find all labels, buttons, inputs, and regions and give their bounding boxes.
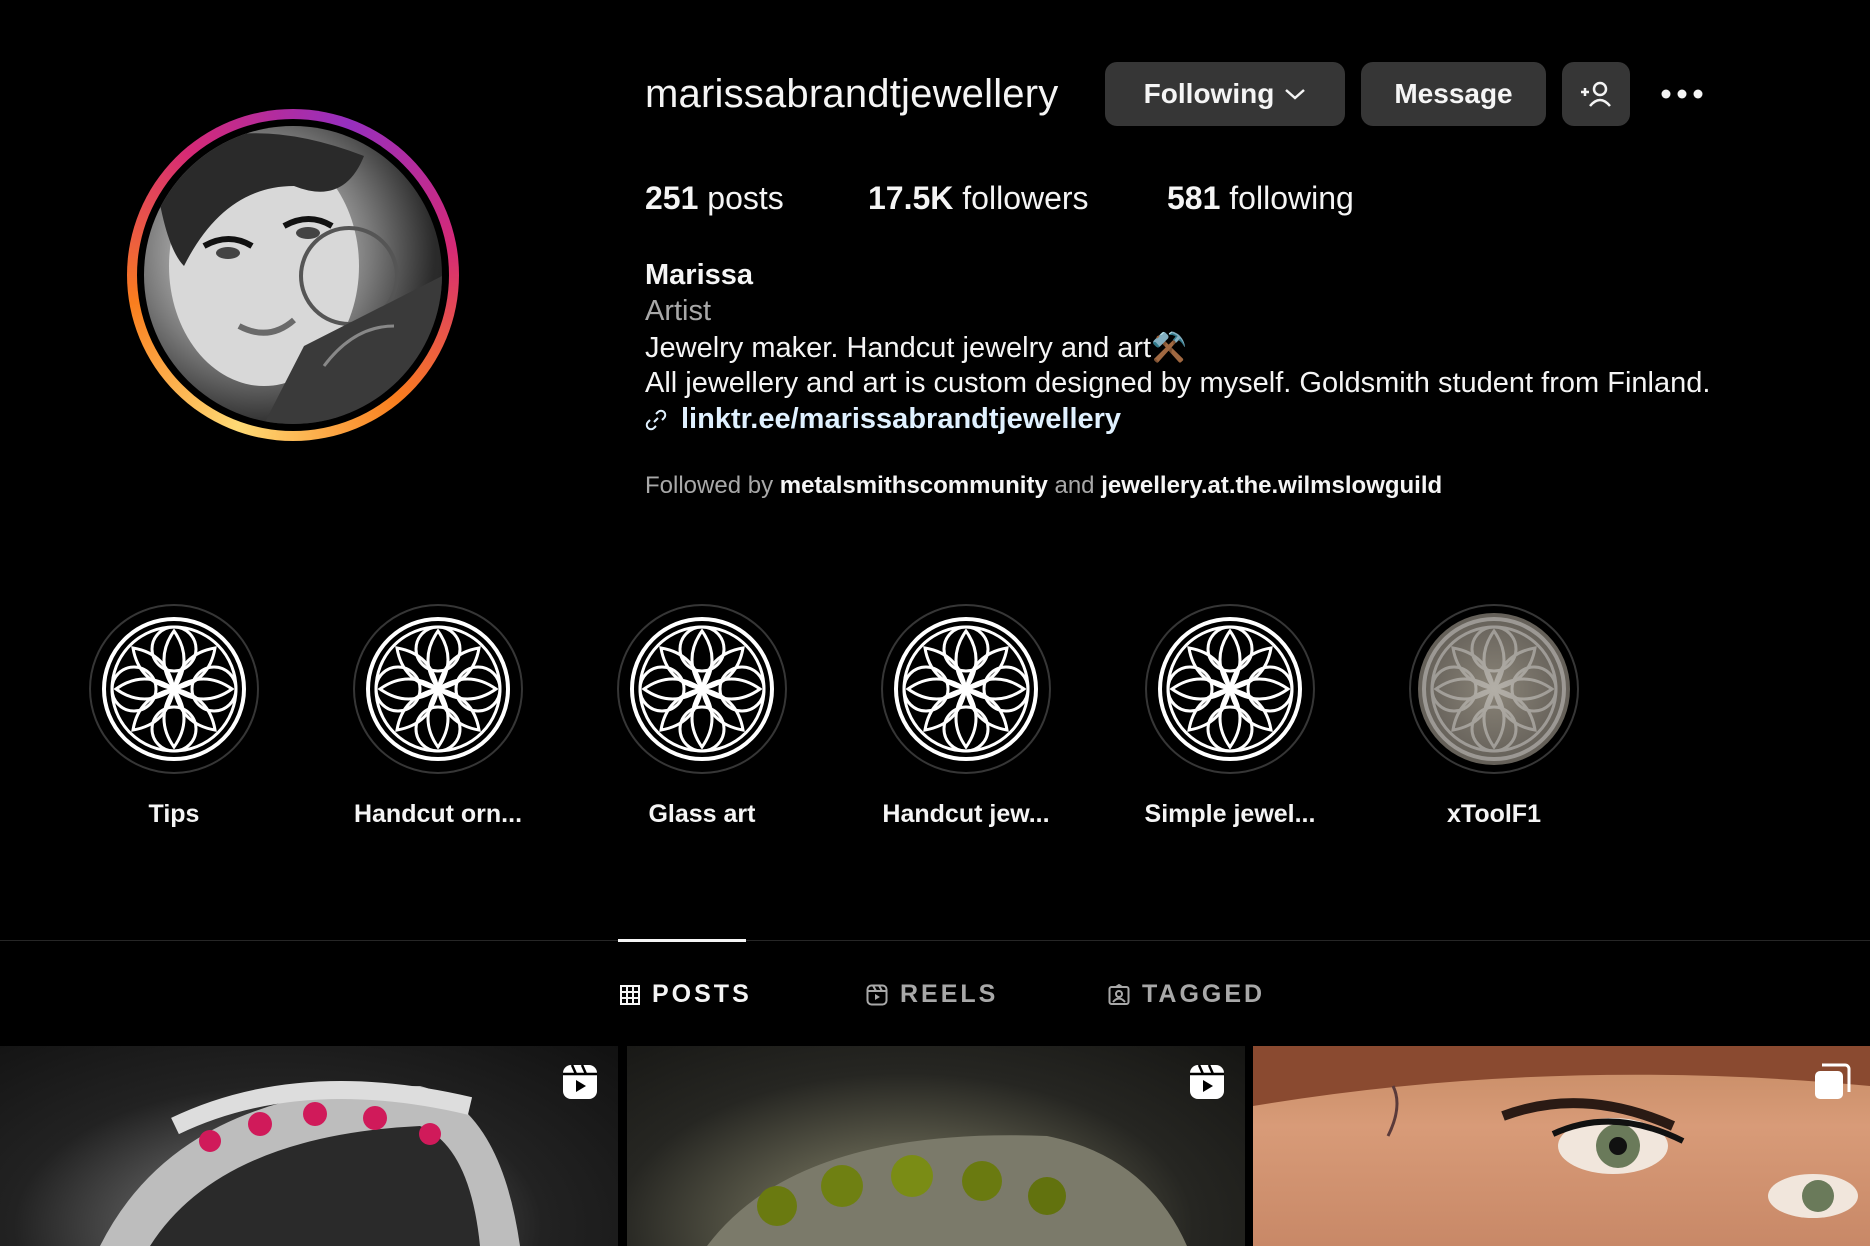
- highlight-handcut-ornaments[interactable]: Handcut orn...: [352, 604, 524, 829]
- highlight-label: Simple jewel...: [1144, 800, 1316, 828]
- more-icon: [1661, 89, 1703, 99]
- profile-name: Marissa: [645, 259, 754, 291]
- highlight-label: xToolF1: [1447, 800, 1541, 828]
- following-button-label: Following: [1143, 78, 1275, 109]
- bio-link[interactable]: linktr.ee/marissabrandtjewellery: [645, 403, 1121, 436]
- tab-active-indicator: [618, 939, 746, 942]
- bio-line-2: All jewellery and art is custom designed…: [645, 367, 1711, 399]
- followed-by-prefix: Followed by: [645, 472, 774, 499]
- highlight-xtoolf1[interactable]: xToolF1: [1408, 604, 1580, 829]
- highlight-cover: [626, 613, 778, 765]
- tab-posts-label: POSTS: [652, 980, 752, 1008]
- more-options-button[interactable]: [1652, 70, 1712, 118]
- posts-count: 251 posts: [645, 180, 784, 217]
- chevron-down-icon: [1285, 89, 1306, 100]
- followed-by-conj: and: [1054, 472, 1095, 499]
- followers-count-label: followers: [962, 180, 1089, 216]
- post-tile[interactable]: [1253, 1046, 1870, 1246]
- mandala-icon: [1158, 617, 1302, 761]
- bio-line-1: Jewelry maker. Handcut jewelry and art⚒️: [645, 332, 1188, 364]
- reel-icon: [563, 1064, 597, 1099]
- mandala-icon: [366, 617, 510, 761]
- post-tile[interactable]: [627, 1046, 1245, 1246]
- post-tile[interactable]: [0, 1046, 618, 1246]
- highlight-label: Glass art: [648, 800, 756, 828]
- highlight-label: Handcut jew...: [882, 800, 1050, 828]
- tab-tagged-label: TAGGED: [1142, 980, 1266, 1008]
- highlight-ring: [1145, 604, 1315, 774]
- posts-count-label: posts: [707, 180, 784, 216]
- avatar-photo: [154, 133, 442, 424]
- message-button[interactable]: Message: [1361, 62, 1546, 126]
- avatar[interactable]: [144, 126, 442, 424]
- highlight-simple-jewelry[interactable]: Simple jewel...: [1144, 604, 1316, 829]
- highlight-tips[interactable]: Tips: [88, 604, 260, 829]
- tab-posts[interactable]: POSTS: [620, 980, 752, 1009]
- add-user-icon: [1581, 81, 1611, 107]
- highlight-ring: [881, 604, 1051, 774]
- highlight-cover: [362, 613, 514, 765]
- profile-category: Artist: [645, 295, 712, 327]
- username: marissabrandtjewellery: [645, 72, 1059, 116]
- tab-reels[interactable]: REELS: [866, 980, 998, 1009]
- highlight-cover: [890, 613, 1042, 765]
- reel-icon: [1190, 1064, 1224, 1099]
- reels-icon: [866, 984, 888, 1005]
- mandala-icon: [894, 617, 1038, 761]
- highlight-ring: [617, 604, 787, 774]
- following-count-label: following: [1229, 180, 1354, 216]
- following-count-value: 581: [1167, 180, 1221, 216]
- tab-reels-label: REELS: [900, 980, 999, 1008]
- followed-by-user-1[interactable]: metalsmithscommunity: [780, 472, 1048, 499]
- message-button-label: Message: [1394, 78, 1513, 109]
- bio-link-text: linktr.ee/marissabrandtjewellery: [681, 403, 1122, 435]
- highlight-ring: [1409, 604, 1579, 774]
- highlight-label: Handcut orn...: [353, 800, 523, 828]
- tagged-icon: [1108, 983, 1130, 1005]
- highlight-label: Tips: [148, 800, 200, 828]
- posts-count-value: 251: [645, 180, 699, 216]
- following-count[interactable]: 581 following: [1167, 180, 1354, 217]
- highlight-glass-art[interactable]: Glass art: [616, 604, 788, 829]
- post-image-ring: [707, 1135, 1187, 1246]
- tab-tagged[interactable]: TAGGED: [1108, 980, 1265, 1009]
- post-image-portrait: [1253, 1046, 1870, 1218]
- suggest-users-button[interactable]: [1562, 62, 1630, 126]
- highlight-cover: [1418, 613, 1570, 765]
- mandala-icon: [102, 617, 246, 761]
- carousel-icon: [1815, 1063, 1851, 1099]
- followers-count[interactable]: 17.5K followers: [868, 180, 1089, 217]
- highlight-ring: [353, 604, 523, 774]
- mandala-icon: [630, 617, 774, 761]
- link-icon: [645, 409, 667, 430]
- highlight-cover: [1154, 613, 1306, 765]
- following-button[interactable]: Following: [1105, 62, 1345, 126]
- followed-by-user-2[interactable]: jewellery.at.the.wilmslowguild: [1101, 472, 1442, 499]
- tab-divider: [0, 940, 1870, 941]
- engraved-mandala-icon: [1422, 617, 1566, 761]
- highlight-handcut-jewelry[interactable]: Handcut jew...: [880, 604, 1052, 829]
- followers-count-value: 17.5K: [868, 180, 954, 216]
- highlight-cover: [98, 613, 250, 765]
- followed-by[interactable]: Followed by metalsmithscommunity and jew…: [645, 472, 1442, 500]
- post-image-ring: [100, 1081, 520, 1246]
- grid-icon: [620, 984, 640, 1005]
- highlight-ring: [89, 604, 259, 774]
